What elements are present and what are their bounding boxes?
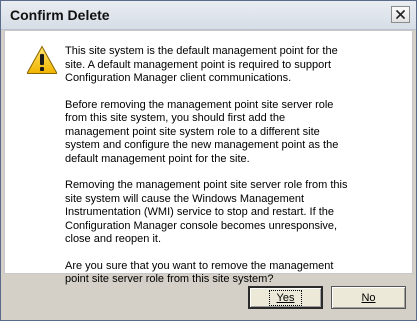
close-icon: [396, 10, 405, 19]
button-bar: Yes No: [1, 274, 416, 320]
yes-button-label: Yes: [268, 289, 303, 306]
message-paragraph-3: Removing the management point site serve…: [65, 179, 348, 245]
message-paragraph-1: This site system is the default manageme…: [65, 45, 338, 84]
message-text: This site system is the default manageme…: [65, 45, 350, 300]
close-button[interactable]: [391, 6, 410, 23]
title-bar[interactable]: Confirm Delete: [1, 1, 416, 30]
no-button-label: No: [361, 291, 376, 304]
yes-button[interactable]: Yes: [248, 286, 323, 309]
message-paragraph-2: Before removing the management point sit…: [65, 98, 339, 165]
no-button[interactable]: No: [331, 286, 406, 309]
confirm-delete-dialog: Confirm Delete This site system is the d…: [0, 0, 417, 321]
message-area: This site system is the default manageme…: [4, 30, 413, 285]
warning-triangle-icon: [26, 45, 58, 74]
dialog-title: Confirm Delete: [10, 7, 110, 23]
